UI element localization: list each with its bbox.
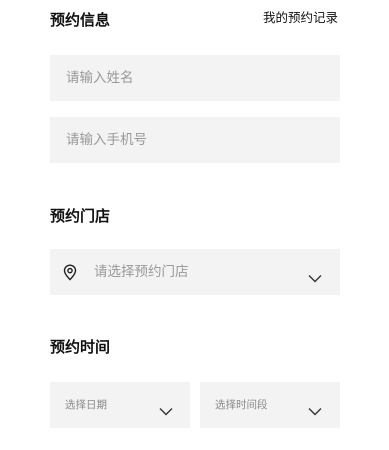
name-input[interactable]: 请输入姓名 [50, 55, 340, 101]
time-section-title: 预约时间 [50, 338, 111, 356]
time-slot-select[interactable]: 选择时间段 [200, 382, 340, 428]
store-section-title: 预约门店 [50, 207, 111, 225]
date-select-placeholder: 选择日期 [65, 399, 107, 411]
phone-input[interactable]: 请输入手机号 [50, 117, 340, 163]
store-select[interactable]: 请选择预约门店 [50, 249, 340, 295]
chevron-down-icon [159, 401, 173, 416]
booking-info-title: 预约信息 [50, 11, 111, 29]
phone-input-placeholder: 请输入手机号 [66, 132, 147, 148]
store-select-placeholder: 请选择预约门店 [94, 264, 189, 280]
location-pin-icon [63, 264, 77, 281]
chevron-down-icon [308, 268, 322, 283]
time-slot-select-placeholder: 选择时间段 [215, 399, 268, 411]
date-select[interactable]: 选择日期 [50, 382, 190, 428]
my-booking-records-link[interactable]: 我的预约记录 [263, 9, 338, 27]
chevron-down-icon [308, 401, 322, 416]
name-input-placeholder: 请输入姓名 [66, 70, 134, 86]
